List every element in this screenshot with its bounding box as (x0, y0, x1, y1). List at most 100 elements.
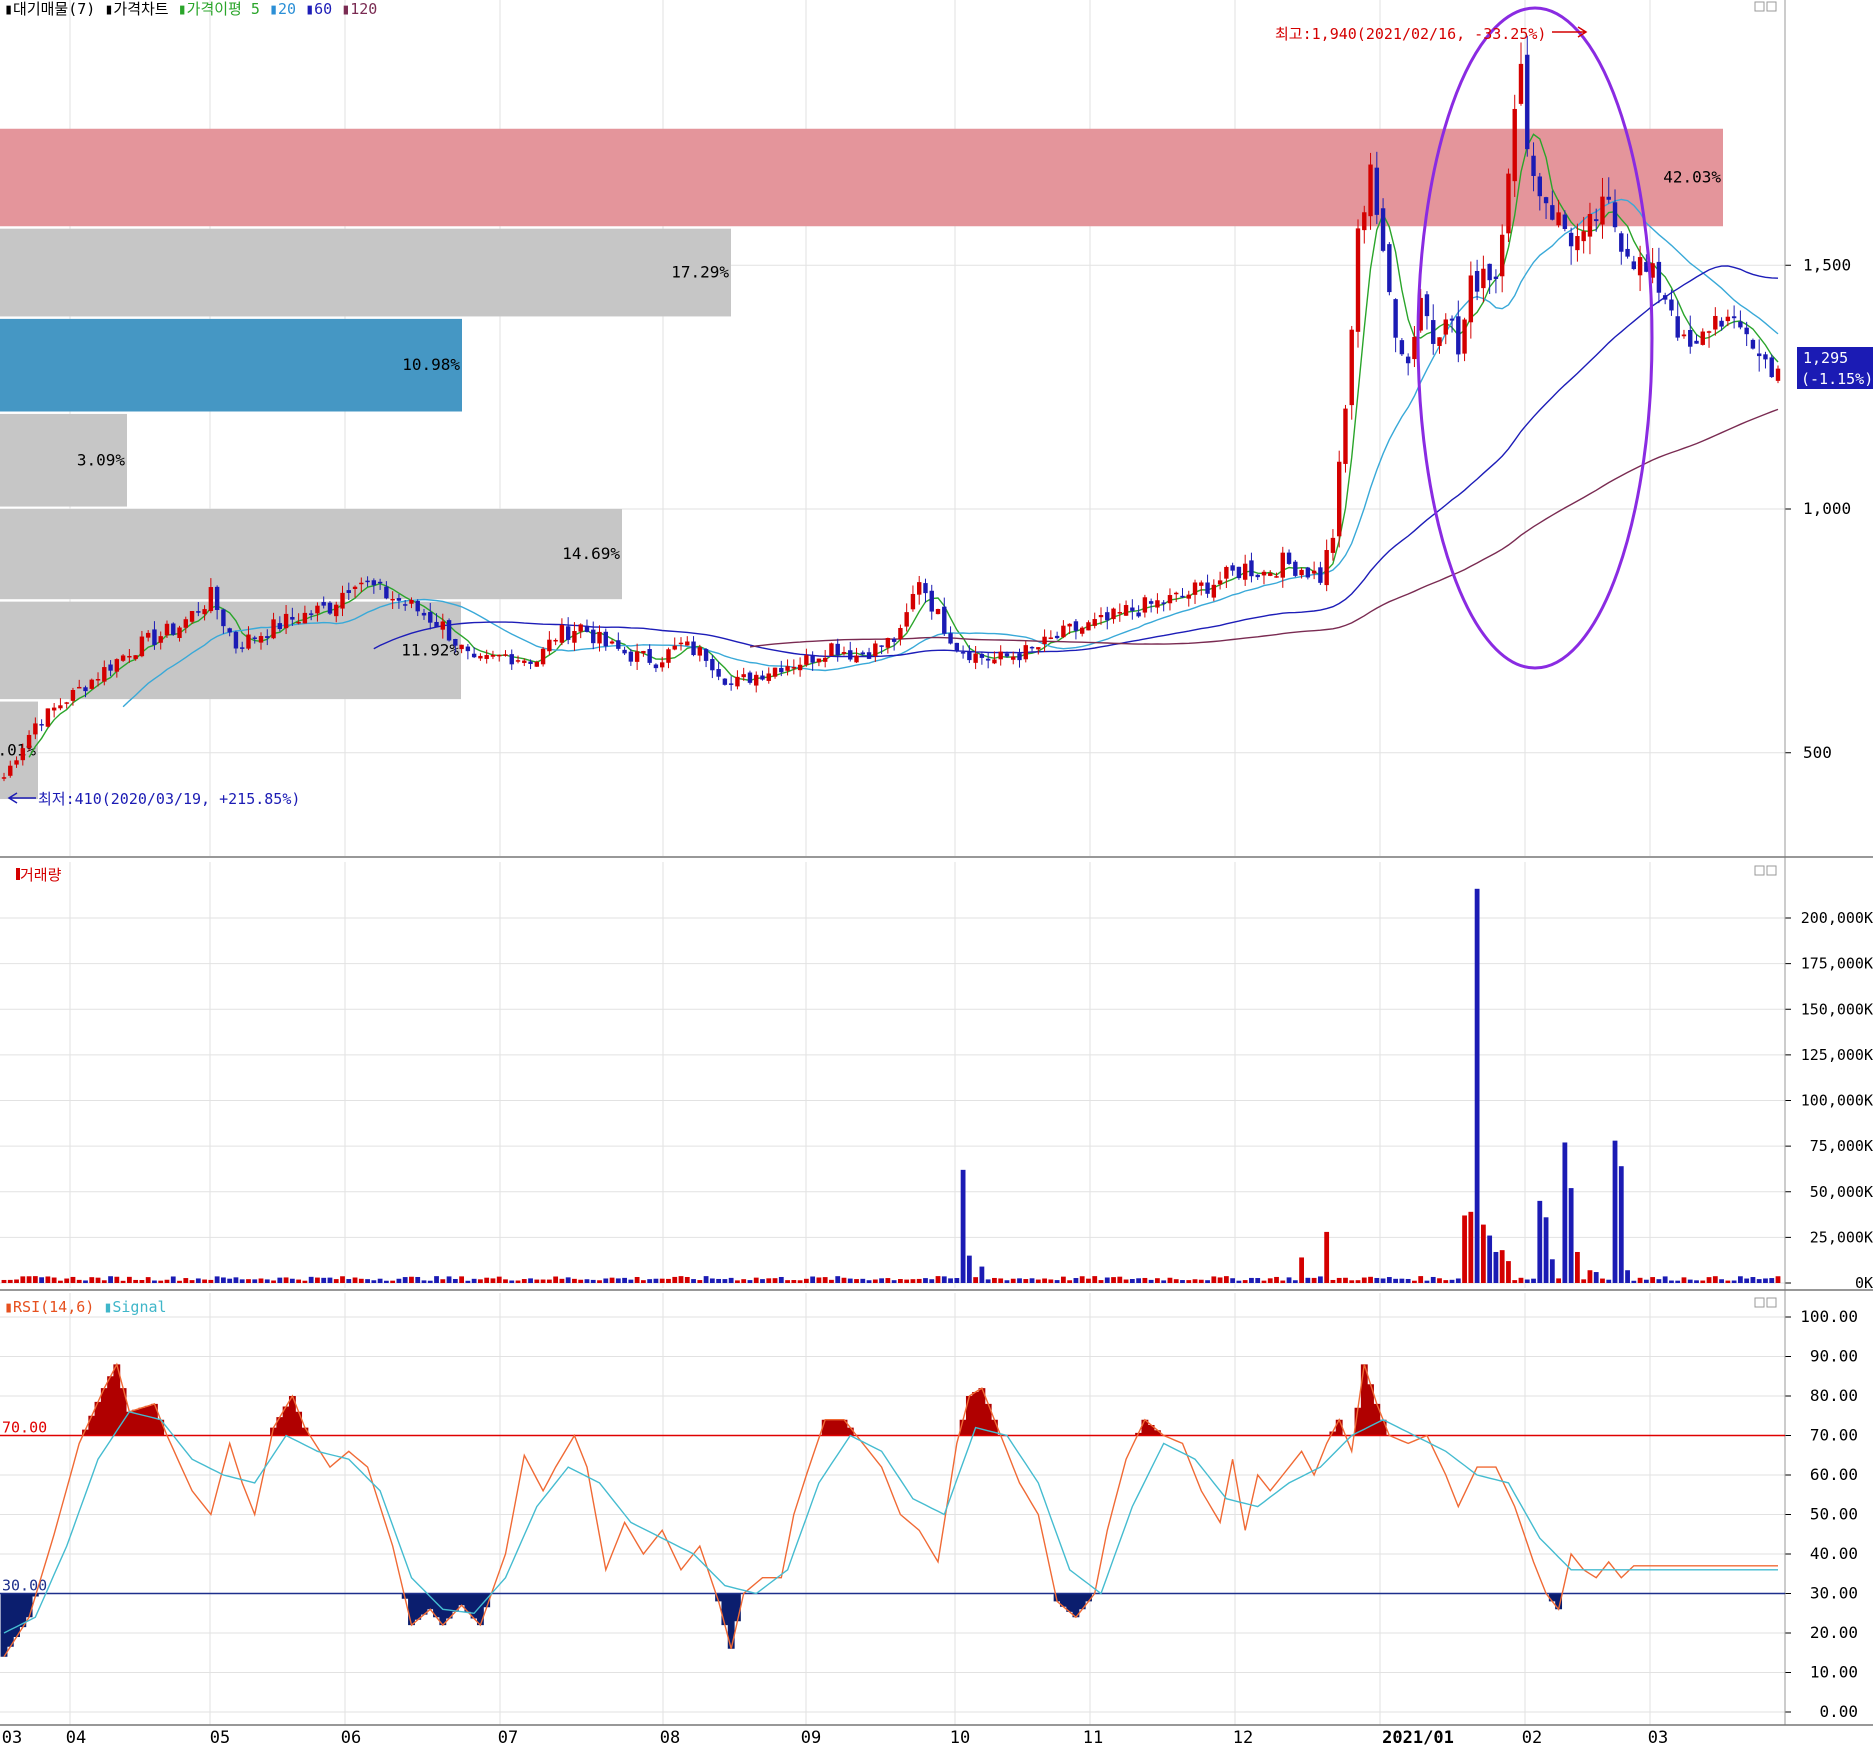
candle-body (973, 653, 978, 663)
candle-body (1004, 653, 1010, 657)
candle-body (365, 580, 370, 583)
candle-body (754, 674, 759, 686)
candle-body (1594, 219, 1599, 222)
candle-body (51, 707, 57, 711)
volume-bar (565, 1277, 571, 1283)
candle-body (591, 629, 596, 644)
volume-bar (1581, 1279, 1587, 1283)
candle-body (440, 621, 445, 630)
candle-body (528, 661, 533, 664)
volume-bar (803, 1278, 809, 1283)
volume-bar (1054, 1280, 1060, 1283)
candle-body (609, 641, 615, 644)
candle-body (252, 637, 257, 640)
volume-bar (177, 1280, 182, 1283)
volume-bar (1111, 1277, 1116, 1283)
candle-body (1268, 573, 1273, 576)
volume-bar (51, 1277, 57, 1283)
candle-body (1349, 329, 1354, 406)
candle-body (497, 654, 502, 657)
candle-body (666, 649, 671, 663)
candle-body (1399, 340, 1405, 355)
candle-body (1405, 356, 1411, 364)
volume-bar (1035, 1279, 1041, 1283)
volume-bar (1480, 1224, 1486, 1283)
candle-body (95, 679, 101, 681)
candle-body (722, 678, 728, 685)
candle-body (691, 641, 696, 656)
volume-bar (390, 1280, 396, 1283)
candle-body (879, 645, 884, 647)
candle-body (371, 580, 377, 586)
volume-bar (434, 1276, 439, 1283)
volume-bar (1725, 1280, 1731, 1283)
volume-bar (20, 1276, 26, 1283)
volume-bar (572, 1278, 577, 1283)
candle-body (885, 638, 891, 648)
candle-body (1343, 408, 1348, 464)
volume-bar (333, 1279, 339, 1283)
candle-body (283, 613, 289, 629)
volume-bar (277, 1277, 283, 1283)
volume-bar (559, 1278, 565, 1283)
candle-body (459, 644, 464, 650)
rsi-tick-label: 30.00 (1810, 1584, 1858, 1603)
candle-body (189, 611, 195, 622)
volume-bar (101, 1280, 107, 1283)
candle-body (835, 643, 840, 656)
volume-bar (252, 1279, 258, 1283)
candle-body (296, 621, 301, 624)
volume-bar (1042, 1278, 1047, 1283)
volume-bar (114, 1276, 120, 1283)
candle-body (377, 581, 383, 584)
volume-bar (1506, 1261, 1511, 1283)
volume-bar (1236, 1280, 1242, 1283)
candle-body (308, 613, 314, 615)
volume-bar (1017, 1278, 1022, 1283)
candle-body (89, 679, 94, 689)
volume-bar (214, 1276, 220, 1283)
candle-body (710, 659, 715, 671)
rsi-tick-label: 40.00 (1810, 1544, 1858, 1563)
volume-bar (891, 1280, 897, 1283)
volume-bar (1230, 1278, 1236, 1283)
volume-bar (1719, 1279, 1724, 1283)
candle-body (1769, 357, 1774, 378)
candle-body (1230, 565, 1235, 571)
candle-body (565, 626, 571, 640)
candle-body (114, 659, 120, 672)
candle-body (1305, 567, 1311, 578)
volume-bar (1324, 1231, 1330, 1283)
candle-body (1512, 108, 1517, 182)
low-annotation: 최저:410(2020/03/19, +215.85%) (38, 790, 300, 808)
volume-bar (728, 1277, 734, 1283)
candle-body (860, 652, 865, 655)
candle-body (1180, 595, 1185, 598)
candle-body (14, 760, 19, 765)
candle-body (1249, 560, 1254, 577)
volume-bar (189, 1280, 195, 1283)
volume-profile-band (0, 228, 731, 317)
legend-item: ▮Signal (94, 1298, 166, 1316)
volume-bar (1380, 1278, 1386, 1283)
volume-bar (672, 1276, 678, 1283)
volume-profile-label: 11.92% (401, 640, 459, 659)
volume-profile-label: 3.09% (77, 450, 126, 469)
candle-body (572, 631, 577, 643)
volume-bar (1242, 1280, 1248, 1283)
candle-body (1750, 339, 1756, 349)
volume-bar (1518, 1277, 1524, 1283)
volume-bar (1261, 1280, 1267, 1283)
x-tick-label: 11 (1083, 1728, 1103, 1748)
candle-body (904, 612, 909, 627)
candle-body (1393, 299, 1398, 338)
candle-body (240, 647, 245, 649)
volume-bar (70, 1276, 76, 1283)
volume-bar (1474, 888, 1480, 1283)
candle-body (1756, 353, 1762, 357)
volume-bar (1487, 1235, 1493, 1283)
candle-body (1543, 197, 1549, 204)
candle-body (597, 631, 602, 644)
volume-bar (1612, 1140, 1618, 1283)
candle-body (1161, 602, 1166, 604)
